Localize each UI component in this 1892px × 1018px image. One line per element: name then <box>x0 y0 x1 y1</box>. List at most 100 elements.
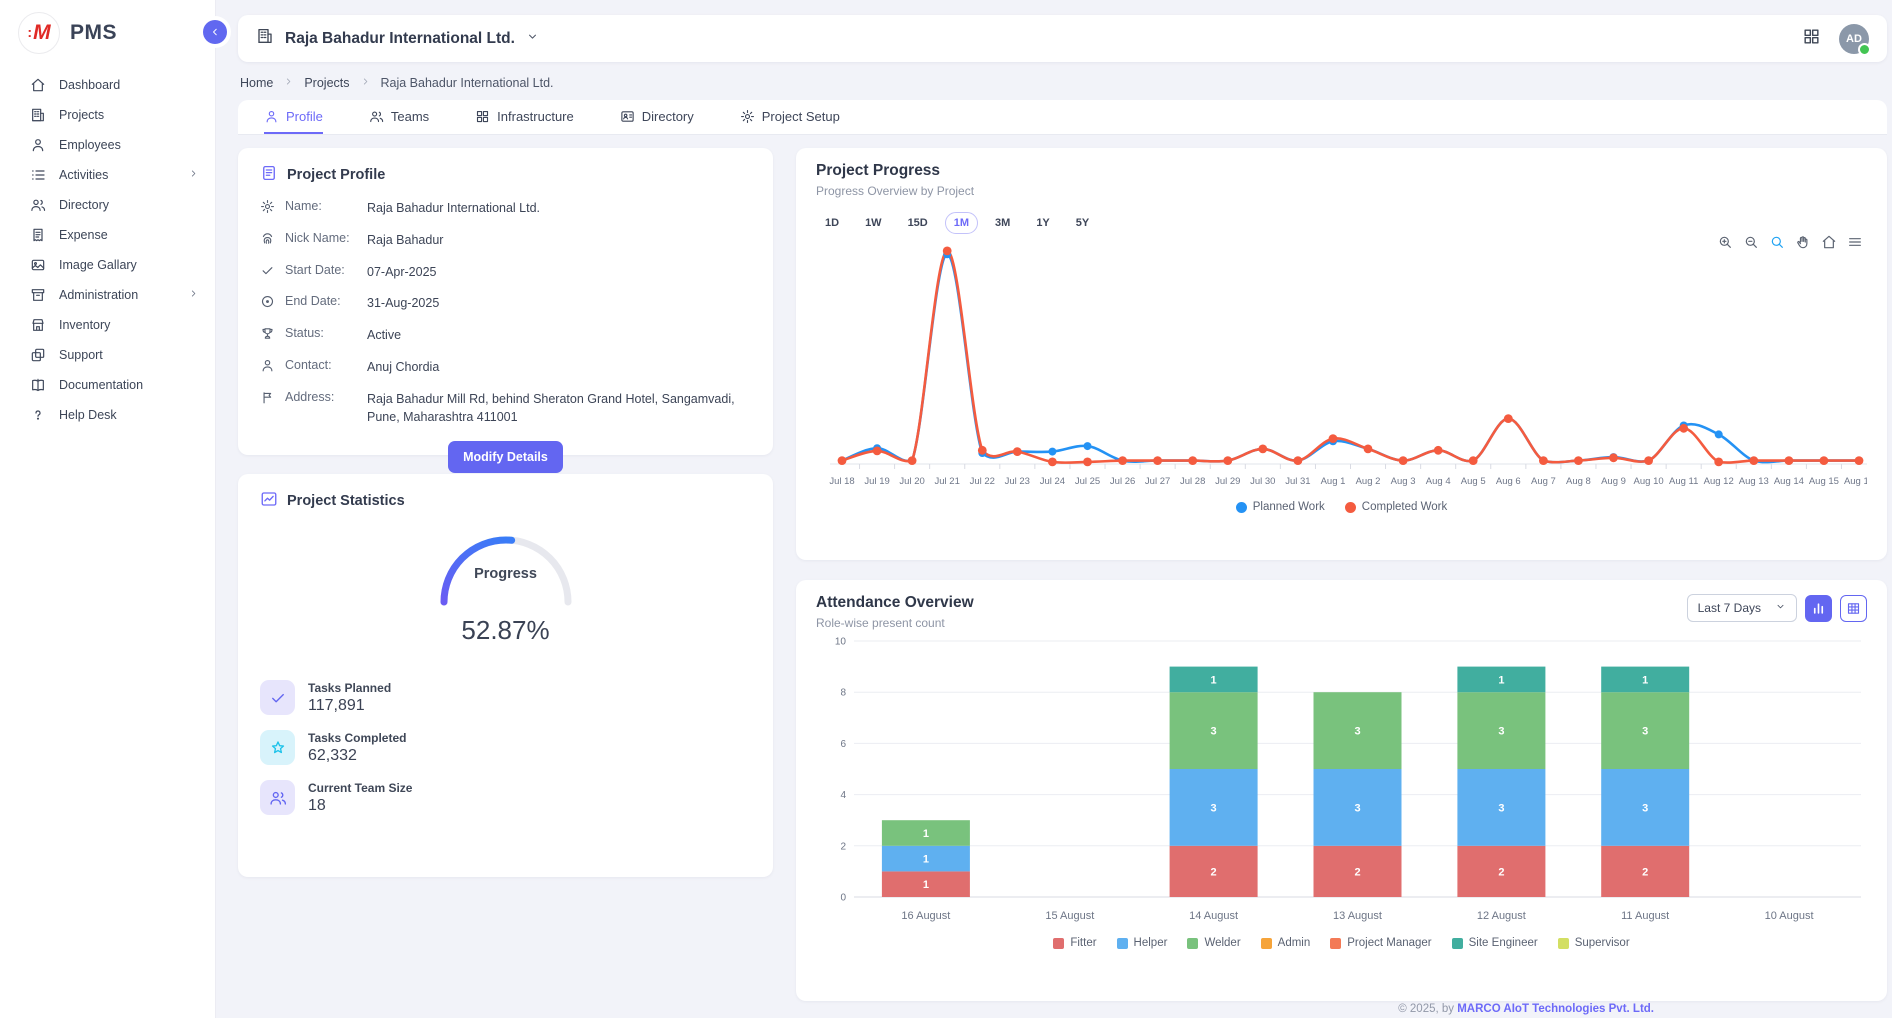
sidebar: M PMS DashboardProjectsEmployeesActiviti… <box>0 0 216 1018</box>
stat-label: Current Team Size <box>308 781 412 795</box>
field-label: Status: <box>285 326 357 340</box>
profile-card-header: Project Profile <box>260 164 751 186</box>
tab-profile[interactable]: Profile <box>264 100 323 134</box>
grid-icon <box>475 109 490 124</box>
project-selector[interactable]: Raja Bahadur International Ltd. <box>256 27 539 50</box>
chart-toolbar <box>1717 234 1863 255</box>
legend-label: Supervisor <box>1575 937 1630 949</box>
sidebar-item-directory[interactable]: Directory <box>0 190 215 220</box>
zoom-in-tool-button[interactable] <box>1717 234 1733 255</box>
tab-label: Teams <box>391 109 429 124</box>
magnifier-tool-button[interactable] <box>1769 234 1785 255</box>
sidebar-item-documentation[interactable]: Documentation <box>0 370 215 400</box>
legend-label: Admin <box>1278 937 1311 949</box>
legend-supervisor[interactable]: Supervisor <box>1558 937 1630 949</box>
legend-label: Site Engineer <box>1469 937 1538 949</box>
time-range-buttons: 1D 1W 15D 1M 3M 1Y 5Y <box>816 212 1867 234</box>
sidebar-item-image-gallary[interactable]: Image Gallary <box>0 250 215 280</box>
range-button-3m[interactable]: 3M <box>986 212 1019 234</box>
range-button-1w[interactable]: 1W <box>856 212 891 234</box>
hand-tool-button[interactable] <box>1795 234 1811 255</box>
legend-completed-work[interactable]: Completed Work <box>1345 501 1447 513</box>
field-label: Name: <box>285 199 357 213</box>
sidebar-item-employees[interactable]: Employees <box>0 130 215 160</box>
svg-text:Aug 4: Aug 4 <box>1426 476 1451 487</box>
sidebar-collapse-button[interactable] <box>203 20 227 44</box>
bar-view-button[interactable] <box>1805 595 1832 622</box>
book-icon <box>30 377 46 393</box>
svg-text:1: 1 <box>1642 674 1648 686</box>
gauge-label: Progress <box>431 566 581 582</box>
person-icon <box>30 137 46 153</box>
sidebar-item-label: Image Gallary <box>59 258 137 272</box>
chevron-right-icon <box>283 76 294 87</box>
legend-swatch <box>1187 938 1198 949</box>
sidebar-item-label: Projects <box>59 108 104 122</box>
sidebar-item-projects[interactable]: Projects <box>0 100 215 130</box>
range-button-1d[interactable]: 1D <box>816 212 848 234</box>
modify-details-button[interactable]: Modify Details <box>448 441 563 473</box>
sidebar-item-label: Activities <box>59 168 108 182</box>
tab-project-setup[interactable]: Project Setup <box>740 100 840 134</box>
apps-grid-button[interactable] <box>1802 27 1821 51</box>
attendance-titles: Attendance Overview Role-wise present co… <box>816 594 974 630</box>
building-icon <box>30 107 46 123</box>
svg-text:Aug 6: Aug 6 <box>1496 476 1521 487</box>
legend-welder[interactable]: Welder <box>1187 937 1240 949</box>
stat-text: Tasks Completed62,332 <box>308 731 406 765</box>
range-button-5y[interactable]: 5Y <box>1067 212 1098 234</box>
sidebar-item-activities[interactable]: Activities <box>0 160 215 190</box>
bar-chart-icon <box>1811 601 1826 616</box>
legend-project-manager[interactable]: Project Manager <box>1330 937 1431 949</box>
range-button-15d[interactable]: 15D <box>899 212 937 234</box>
sidebar-item-administration[interactable]: Administration <box>0 280 215 310</box>
table-view-button[interactable] <box>1840 595 1867 622</box>
footer-company-link[interactable]: MARCO AIoT Technologies Pvt. Ltd. <box>1457 1003 1654 1015</box>
field-label: Start Date: <box>285 263 357 277</box>
legend-admin[interactable]: Admin <box>1261 937 1311 949</box>
gear-icon <box>260 199 275 214</box>
building-icon <box>256 27 274 45</box>
legend-dot <box>1345 502 1356 513</box>
stacked-bar-chart: 024681011116 August15 August233114 Augus… <box>816 630 1867 935</box>
grid-icon <box>1802 27 1821 46</box>
sidebar-item-help-desk[interactable]: Help Desk <box>0 400 215 430</box>
sidebar-item-expense[interactable]: Expense <box>0 220 215 250</box>
zoom-out-icon <box>1743 234 1759 250</box>
tab-directory[interactable]: Directory <box>620 100 694 134</box>
fingerprint-icon <box>260 231 275 246</box>
legend-helper[interactable]: Helper <box>1117 937 1168 949</box>
field-value: Active <box>367 326 401 345</box>
check-icon <box>269 689 287 707</box>
sidebar-item-dashboard[interactable]: Dashboard <box>0 70 215 100</box>
legend-planned-work[interactable]: Planned Work <box>1236 501 1325 513</box>
svg-text:Aug 7: Aug 7 <box>1531 476 1556 487</box>
sidebar-item-support[interactable]: Support <box>0 340 215 370</box>
svg-text:10: 10 <box>835 637 847 648</box>
range-button-1m[interactable]: 1M <box>945 212 978 234</box>
breadcrumb-item-projects[interactable]: Projects <box>304 76 349 90</box>
svg-text:13 August: 13 August <box>1333 910 1382 922</box>
sidebar-item-label: Help Desk <box>59 408 117 422</box>
home-tool-button[interactable] <box>1821 234 1837 255</box>
sidebar-item-label: Employees <box>59 138 121 152</box>
legend-label: Planned Work <box>1253 501 1325 513</box>
sidebar-item-inventory[interactable]: Inventory <box>0 310 215 340</box>
range-button-1y[interactable]: 1Y <box>1027 212 1058 234</box>
profile-field-name: Name:Raja Bahadur International Ltd. <box>260 199 751 218</box>
legend-fitter[interactable]: Fitter <box>1053 937 1096 949</box>
breadcrumb-item-home[interactable]: Home <box>240 76 273 90</box>
tab-infrastructure[interactable]: Infrastructure <box>475 100 574 134</box>
user-avatar[interactable]: AD <box>1839 24 1869 54</box>
zoom-out-tool-button[interactable] <box>1743 234 1759 255</box>
menu-tool-button[interactable] <box>1847 234 1863 255</box>
field-label: End Date: <box>285 294 357 308</box>
stat-text: Tasks Planned117,891 <box>308 681 391 715</box>
tab-teams[interactable]: Teams <box>369 100 429 134</box>
logo-mark-icon: M <box>18 12 60 54</box>
legend-label: Fitter <box>1070 937 1096 949</box>
svg-text:Jul 26: Jul 26 <box>1110 476 1135 487</box>
range-select[interactable]: Last 7 Days <box>1687 594 1797 622</box>
legend-site-engineer[interactable]: Site Engineer <box>1452 937 1538 949</box>
profile-card-title: Project Profile <box>287 167 385 183</box>
